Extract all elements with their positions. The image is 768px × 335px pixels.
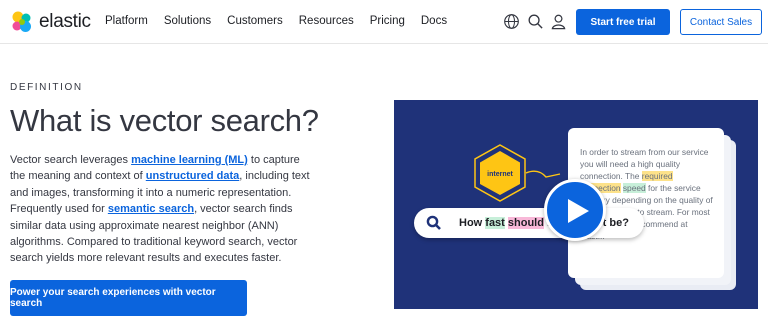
nav-item-platform[interactable]: Platform [105,15,148,27]
logo-text: elastic [39,11,91,32]
globe-icon[interactable] [503,13,520,30]
hex-label: internet [487,171,513,178]
search-icon[interactable] [527,13,544,30]
nav-item-resources[interactable]: Resources [299,15,354,27]
nav-item-docs[interactable]: Docs [421,15,447,27]
page-title: What is vector search? [10,103,319,138]
main-nav: Platform Solutions Customers Resources P… [105,15,463,27]
search-icon [426,215,441,230]
vector-search-cta-button[interactable]: Power your search experiences with vecto… [10,280,247,316]
nav-item-customers[interactable]: Customers [227,15,283,27]
contact-sales-button[interactable]: Contact Sales [680,9,762,35]
doc-highlight-required: required [641,171,673,181]
query-word: How [459,217,486,229]
body-text-1: Vector search leverages [10,154,132,166]
hero-illustration: In order to stream from our service you … [394,100,758,309]
unstructured-data-link[interactable]: unstructured data [146,170,240,182]
query-highlight-should: should [507,217,544,229]
query-highlight-fast: fast [485,217,505,229]
elastic-logo-icon [12,11,31,32]
nav-item-solutions[interactable]: Solutions [164,15,211,27]
site-header: elastic Platform Solutions Customers Res… [0,0,768,44]
nav-item-pricing[interactable]: Pricing [370,15,405,27]
user-icon[interactable] [550,13,567,30]
start-free-trial-button[interactable]: Start free trial [576,9,670,35]
play-video-button[interactable] [544,179,606,241]
doc-highlight-speed: speed [622,183,646,193]
intro-paragraph: Vector search leverages machine learning… [10,152,310,267]
eyebrow-label: DEFINITION [10,82,83,93]
play-icon [568,199,589,223]
elastic-logo[interactable]: elastic [10,9,91,35]
semantic-search-link[interactable]: semantic search [108,203,194,215]
machine-learning-link[interactable]: machine learning (ML) [131,154,248,166]
search-bar-illustration: How fast should my internet be? [414,208,644,238]
